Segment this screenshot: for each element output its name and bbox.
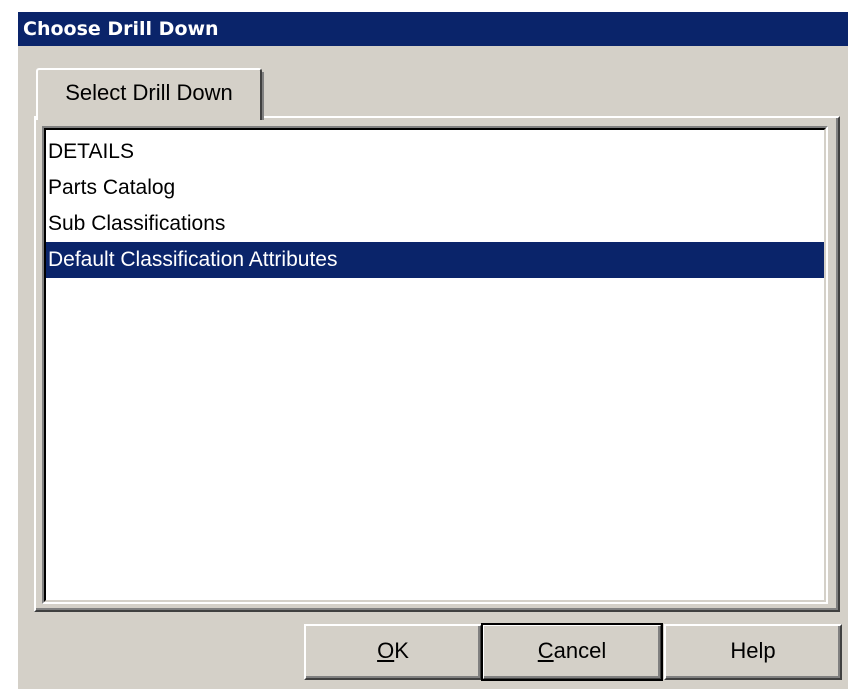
tab-label: Select Drill Down: [65, 80, 233, 105]
list-item-label: Parts Catalog: [48, 176, 176, 199]
list-item-label: Default Classification Attributes: [48, 248, 338, 271]
cancel-label-rest: ancel: [553, 638, 607, 663]
list-item-details[interactable]: DETAILS: [46, 134, 824, 170]
tab-select-drill-down[interactable]: Select Drill Down: [36, 68, 264, 120]
list-item-label: DETAILS: [48, 140, 134, 163]
listbox-content: DETAILS Parts Catalog Sub Classification…: [44, 128, 826, 602]
list-item-default-classification-attributes[interactable]: Default Classification Attributes: [46, 242, 824, 278]
list-item-label: Sub Classifications: [48, 212, 226, 235]
cancel-mnemonic: C: [537, 638, 554, 663]
drill-down-listbox[interactable]: DETAILS Parts Catalog Sub Classification…: [42, 126, 828, 604]
ok-label-rest: K: [394, 638, 409, 663]
list-item-sub-classifications[interactable]: Sub Classifications: [46, 206, 824, 242]
choose-drill-down-dialog: Choose Drill Down Select Drill Down DETA…: [16, 10, 848, 689]
help-label: Help: [730, 638, 776, 663]
cancel-button[interactable]: Cancel: [481, 623, 663, 681]
help-button[interactable]: Help: [664, 624, 842, 680]
title-bar[interactable]: Choose Drill Down: [18, 12, 848, 46]
window-title: Choose Drill Down: [23, 18, 219, 40]
ok-button[interactable]: OK: [304, 624, 482, 680]
ok-mnemonic: O: [377, 638, 395, 663]
list-item-parts-catalog[interactable]: Parts Catalog: [46, 170, 824, 206]
